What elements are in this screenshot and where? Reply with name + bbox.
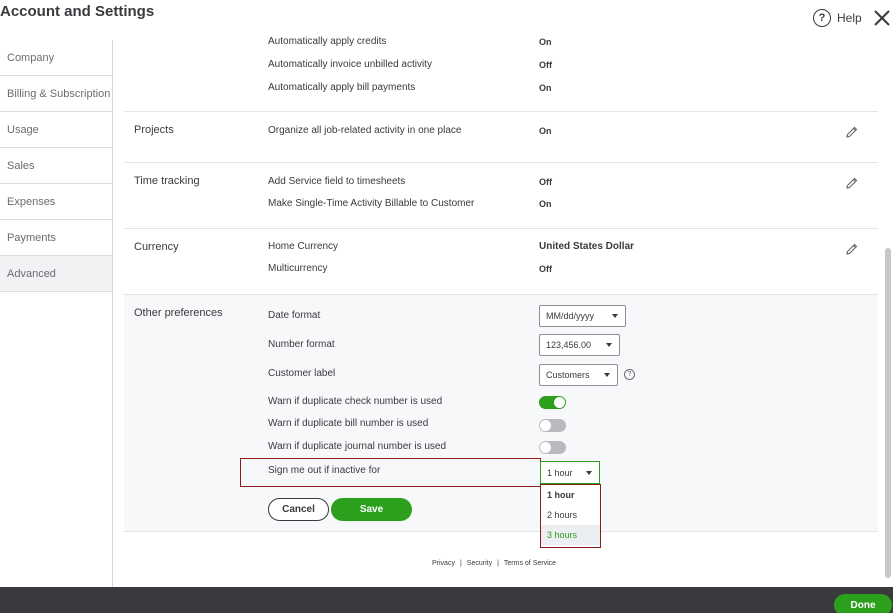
help-circle-icon: ? (813, 9, 831, 27)
section-title: Projects (134, 124, 174, 136)
scrollbar-thumb[interactable] (885, 248, 891, 578)
section-title: Currency (134, 241, 179, 253)
footer-separator: | (459, 560, 462, 567)
section-currency[interactable]: Currency Home Currency United States Dol… (124, 229, 878, 295)
sign-out-value: 1 hour (547, 467, 573, 478)
row-label: Automatically invoice unbilled activity (268, 59, 432, 70)
row-label: Make Single-Time Activity Billable to Cu… (268, 198, 475, 209)
settings-content: Automatically apply credits On Automatic… (124, 36, 878, 587)
row-value: Off (539, 264, 552, 274)
section-title: Time tracking (134, 175, 200, 187)
chevron-down-icon (612, 314, 618, 318)
row-value: On (539, 83, 552, 93)
toggle-knob (540, 442, 551, 453)
date-format-label: Date format (268, 310, 321, 321)
edit-pencil-icon[interactable] (845, 176, 859, 190)
done-button[interactable]: Done (834, 594, 892, 613)
row-label: Add Service field to timesheets (268, 176, 406, 187)
number-format-select[interactable]: 123,456.00 (539, 334, 620, 356)
toggle-knob (540, 420, 551, 431)
chevron-down-icon (606, 343, 612, 347)
customer-label-label: Customer label (268, 368, 336, 379)
number-format-label: Number format (268, 339, 335, 350)
warn-journal-toggle[interactable] (539, 441, 566, 454)
row-label: Home Currency (268, 241, 339, 252)
row-value: On (539, 37, 552, 47)
row-value: Off (539, 177, 552, 187)
warn-journal-label: Warn if duplicate journal number is used (268, 441, 447, 452)
edit-pencil-icon[interactable] (845, 125, 859, 139)
chevron-down-icon (604, 373, 610, 377)
row-label: Automatically apply bill payments (268, 82, 416, 93)
help-button[interactable]: ? Help (813, 9, 862, 27)
warn-bill-toggle[interactable] (539, 419, 566, 432)
edit-pencil-icon[interactable] (845, 242, 859, 256)
sidebar-item-expenses[interactable]: Expenses (0, 184, 112, 220)
terms-link[interactable]: Terms of Service (504, 560, 556, 567)
customer-label-value: Customers (546, 370, 590, 380)
sidebar-item-billing[interactable]: Billing & Subscription (0, 76, 112, 112)
option-1-hour[interactable]: 1 hour (541, 485, 600, 505)
sidebar-item-company[interactable]: Company (0, 40, 112, 76)
row-label: Automatically apply credits (268, 36, 387, 47)
security-link[interactable]: Security (467, 560, 492, 567)
footer-separator: | (497, 560, 499, 567)
section-time-tracking[interactable]: Time tracking Add Service field to times… (124, 163, 878, 229)
close-icon[interactable] (872, 8, 892, 28)
toggle-knob (554, 397, 565, 408)
row-value: Off (539, 60, 552, 70)
option-2-hours[interactable]: 2 hours (541, 505, 600, 525)
date-format-value: MM/dd/yyyy (546, 311, 595, 321)
settings-sidebar: Company Billing & Subscription Usage Sal… (0, 40, 113, 587)
warn-check-label: Warn if duplicate check number is used (268, 396, 443, 407)
row-value: United States Dollar (539, 241, 635, 252)
sidebar-item-advanced[interactable]: Advanced (0, 256, 112, 292)
section-title: Other preferences (134, 307, 223, 319)
privacy-link[interactable]: Privacy (432, 560, 455, 567)
warn-bill-label: Warn if duplicate bill number is used (268, 418, 429, 429)
option-3-hours[interactable]: 3 hours (541, 525, 600, 545)
bottom-bar (0, 587, 893, 613)
sidebar-item-sales[interactable]: Sales (0, 148, 112, 184)
sign-out-select[interactable]: 1 hour (540, 461, 600, 484)
section-automation: Automatically apply credits On Automatic… (124, 30, 878, 112)
help-label: Help (837, 11, 862, 25)
row-value: On (539, 199, 552, 209)
section-projects[interactable]: Projects Organize all job-related activi… (124, 112, 878, 163)
sign-out-options: 1 hour 2 hours 3 hours (540, 484, 601, 548)
footer-links: Privacy | Security | Terms of Service (432, 560, 556, 567)
customer-label-select[interactable]: Customers (539, 364, 618, 386)
sidebar-item-payments[interactable]: Payments (0, 220, 112, 256)
section-other-preferences: Other preferences Date format MM/dd/yyyy… (124, 295, 878, 532)
question-mark-icon[interactable]: ? (624, 369, 635, 380)
row-label: Multicurrency (268, 263, 328, 274)
date-format-select[interactable]: MM/dd/yyyy (539, 305, 626, 327)
row-label: Organize all job-related activity in one… (268, 125, 462, 136)
row-value: On (539, 126, 552, 136)
sidebar-item-usage[interactable]: Usage (0, 112, 112, 148)
save-button[interactable]: Save (331, 498, 412, 521)
chevron-down-icon (586, 471, 592, 475)
warn-check-toggle[interactable] (539, 396, 566, 409)
sign-out-highlight (240, 458, 541, 487)
page-title: Account and Settings (0, 3, 155, 20)
number-format-value: 123,456.00 (546, 340, 592, 350)
cancel-button[interactable]: Cancel (268, 498, 329, 521)
